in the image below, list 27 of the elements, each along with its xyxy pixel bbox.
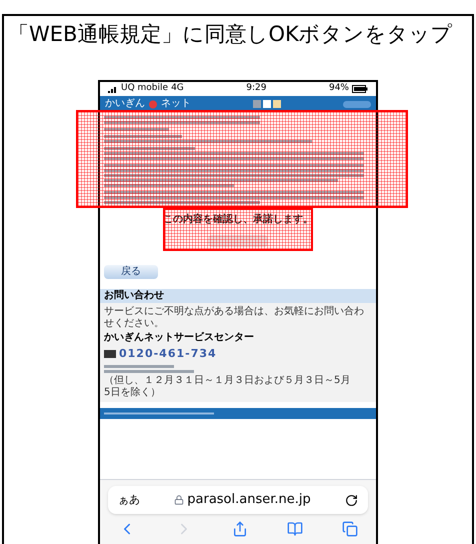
reload-icon[interactable] (345, 494, 358, 506)
text-size-button[interactable]: ぁあ (118, 492, 140, 508)
battery-text: 94% (328, 82, 349, 96)
logout-button[interactable] (343, 100, 371, 108)
carrier-text: UQ mobile (121, 82, 168, 96)
address-bar[interactable]: ぁあ parasol.anser.ne.jp (108, 486, 368, 514)
logo-text: ネット (161, 99, 191, 109)
phone-number: 0120-461-734 (119, 346, 217, 362)
url-text: parasol.anser.ne.jp (187, 491, 311, 510)
contact-message: サービスにご不明な点がある場合は、お気軽にお問い合わせください。 (104, 306, 365, 330)
clock-text: 9:29 (246, 82, 266, 96)
battery-icon (352, 85, 368, 93)
contact-heading: お問い合わせ (100, 289, 376, 303)
bookmarks-icon[interactable] (287, 521, 303, 537)
logo-icon (147, 100, 159, 108)
blurred-text-drawing (104, 128, 169, 131)
signal-icon (108, 86, 118, 92)
service-center-name: かいぎんネットサービスセンター (104, 332, 255, 344)
instruction-title: 「WEB通帳規定」に同意しOKボタンをタップ (7, 21, 454, 48)
lock-icon (174, 495, 184, 505)
tabs-icon[interactable] (342, 521, 358, 537)
share-icon[interactable] (232, 521, 248, 537)
back-button[interactable]: 戻る (104, 265, 158, 279)
network-text: 4G (171, 82, 184, 96)
hours-note: （但し、１２月３１日～１月３日および５月３日～5月5日を除く） (104, 374, 352, 398)
logo-text: かいぎん (105, 99, 145, 109)
free-dial-icon (104, 350, 116, 358)
